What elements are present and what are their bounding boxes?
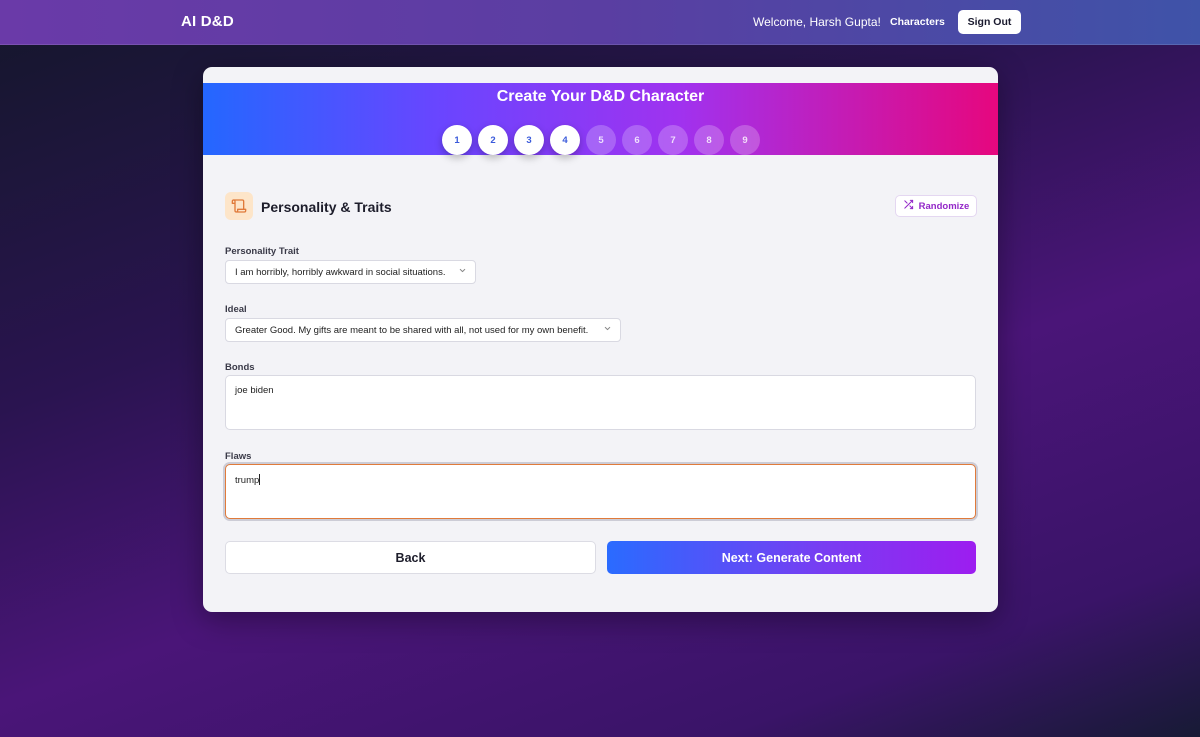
flaws-value: trump (235, 475, 260, 486)
ideal-value: Greater Good. My gifts are meant to be s… (235, 324, 589, 336)
welcome-message: Welcome, Harsh Gupta! (753, 15, 881, 29)
step-9[interactable]: 9 (730, 125, 760, 155)
sign-out-button[interactable]: Sign Out (958, 10, 1021, 34)
personality-trait-select[interactable]: I am horribly, horribly awkward in socia… (225, 260, 476, 284)
step-3[interactable]: 3 (514, 125, 544, 155)
back-button[interactable]: Back (225, 541, 596, 574)
randomize-label: Randomize (918, 200, 970, 212)
shuffle-icon (903, 199, 914, 213)
randomize-button[interactable]: Randomize (895, 195, 977, 217)
step-5[interactable]: 5 (586, 125, 616, 155)
scroll-icon (225, 192, 253, 220)
step-6[interactable]: 6 (622, 125, 652, 155)
bonds-value: joe biden (235, 385, 274, 396)
step-8[interactable]: 8 (694, 125, 724, 155)
character-creation-card: Create Your D&D Character 1 2 3 4 5 6 7 … (203, 67, 998, 612)
characters-link[interactable]: Characters (890, 16, 945, 28)
chevron-down-icon (603, 324, 612, 336)
personality-trait-value: I am horribly, horribly awkward in socia… (235, 266, 446, 278)
brand-logo[interactable]: AI D&D (181, 13, 234, 30)
wizard-title: Create Your D&D Character (496, 88, 705, 105)
step-2[interactable]: 2 (478, 125, 508, 155)
personality-trait-label: Personality Trait (225, 246, 299, 257)
top-nav-bar: AI D&D Welcome, Harsh Gupta! Characters … (0, 0, 1200, 45)
step-7[interactable]: 7 (658, 125, 688, 155)
next-generate-content-button[interactable]: Next: Generate Content (607, 541, 976, 574)
chevron-down-icon (458, 266, 467, 278)
ideal-label: Ideal (225, 304, 247, 315)
step-indicator: 1 2 3 4 5 6 7 8 9 (442, 125, 760, 155)
step-4[interactable]: 4 (550, 125, 580, 155)
section-title: Personality & Traits (261, 199, 392, 215)
bonds-label: Bonds (225, 362, 255, 373)
step-1[interactable]: 1 (442, 125, 472, 155)
ideal-select[interactable]: Greater Good. My gifts are meant to be s… (225, 318, 621, 342)
bonds-textarea[interactable]: joe biden (225, 375, 976, 430)
text-caret (259, 474, 261, 485)
flaws-textarea[interactable]: trump (225, 464, 976, 519)
flaws-label: Flaws (225, 451, 252, 462)
